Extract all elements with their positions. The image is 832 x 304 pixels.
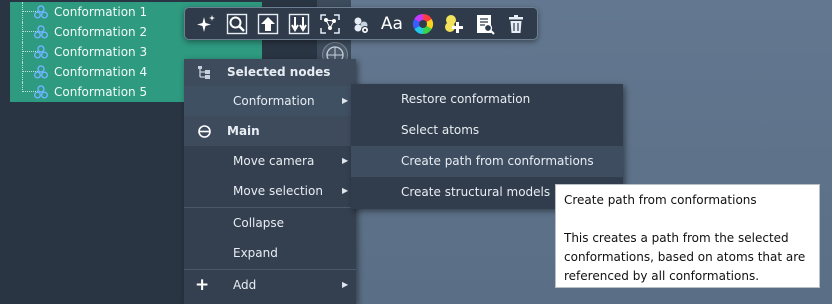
- submenu-arrow-icon: ▶: [342, 96, 349, 105]
- text-icon[interactable]: Aa: [378, 10, 406, 38]
- tooltip-body: This creates a path from the selected co…: [564, 231, 806, 283]
- tooltip: Create path from conformations This crea…: [555, 184, 820, 288]
- menu-header-label: Selected nodes: [227, 65, 331, 79]
- menu-header-main: Main: [184, 116, 356, 146]
- tree-item-label: Conformation 4: [54, 65, 148, 79]
- submenu-item-label: Select atoms: [401, 123, 480, 137]
- tree-connector: [22, 42, 23, 62]
- menu-item-label: Conformation: [233, 94, 315, 108]
- color-wheel-icon[interactable]: [409, 10, 437, 38]
- tree-connector: [22, 62, 23, 82]
- submenu-item-label: Restore conformation: [401, 92, 531, 106]
- menu-header-label: Main: [227, 124, 260, 138]
- sparkle-icon[interactable]: [192, 10, 220, 38]
- submenu-item-select-atoms[interactable]: Select atoms: [351, 115, 623, 146]
- add-icon: +: [195, 275, 210, 295]
- tree-connector: [22, 2, 23, 22]
- menu-item-collapse[interactable]: Collapse: [184, 208, 356, 238]
- submenu-arrow-icon: ▶: [342, 186, 349, 195]
- add-visual-model-icon[interactable]: [440, 10, 468, 38]
- conformation-icon: [34, 85, 48, 99]
- quick-toolbar: Aa: [184, 7, 538, 40]
- conformation-icon: [34, 25, 48, 39]
- tree-item-label: Conformation 3: [54, 45, 148, 59]
- tooltip-title: Create path from conformations: [564, 193, 757, 207]
- tree-item-label: Conformation 1: [54, 5, 148, 19]
- menu-item-move-selection[interactable]: Move selection ▶: [184, 176, 356, 206]
- submenu-item-create-path[interactable]: Create path from conformations: [351, 146, 623, 177]
- menu-item-expand[interactable]: Expand: [184, 238, 356, 268]
- menu-item-conformation[interactable]: Conformation ▶: [184, 86, 356, 116]
- submenu-item-restore-conformation[interactable]: Restore conformation: [351, 84, 623, 115]
- submenu-item-label: Create path from conformations: [401, 154, 594, 168]
- tree-item-label: Conformation 5: [54, 85, 148, 99]
- sort-icon[interactable]: [285, 10, 313, 38]
- conformation-icon: [34, 5, 48, 19]
- hierarchy-icon: [198, 66, 210, 79]
- menu-header-selected-nodes: Selected nodes: [184, 59, 356, 86]
- inspect-icon[interactable]: [471, 10, 499, 38]
- delete-icon[interactable]: [502, 10, 530, 38]
- menu-item-label: Collapse: [233, 216, 284, 230]
- submenu-item-label: Create structural models: [401, 185, 551, 199]
- submenu-arrow-icon: ▶: [342, 280, 349, 289]
- submenu-arrow-icon: ▶: [342, 156, 349, 165]
- visibility-icon[interactable]: [347, 10, 375, 38]
- main-section-icon: [198, 125, 211, 138]
- move-up-icon[interactable]: [254, 10, 282, 38]
- tree-item-label: Conformation 2: [54, 25, 148, 39]
- menu-item-label: Add: [233, 278, 257, 292]
- menu-item-label: Move camera: [233, 154, 315, 168]
- text-tool-label: Aa: [380, 13, 403, 34]
- menu-item-move-camera[interactable]: Move camera ▶: [184, 146, 356, 176]
- context-menu: Selected nodes Conformation ▶ Main Move …: [184, 59, 356, 304]
- conformation-icon: [34, 45, 48, 59]
- menu-item-label: Expand: [233, 246, 278, 260]
- conformation-icon: [34, 65, 48, 79]
- menu-item-label: Move selection: [233, 184, 323, 198]
- tree-connector: [22, 22, 23, 42]
- zoom-icon[interactable]: [223, 10, 251, 38]
- menu-item-add[interactable]: + Add ▶: [184, 270, 356, 300]
- fit-selection-icon[interactable]: [316, 10, 344, 38]
